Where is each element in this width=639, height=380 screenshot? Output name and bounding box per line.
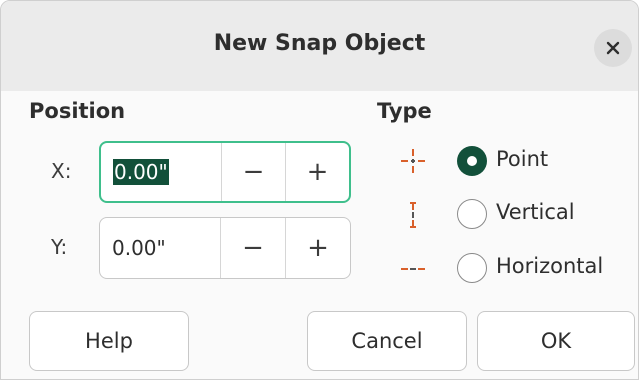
- y-value-text: 0.00": [112, 236, 166, 260]
- close-button[interactable]: [594, 29, 632, 67]
- type-heading: Type: [377, 99, 432, 123]
- y-decrement-button[interactable]: −: [220, 218, 285, 278]
- snap-horizontal-icon: [393, 249, 433, 289]
- x-increment-button[interactable]: +: [285, 143, 349, 201]
- cancel-button[interactable]: Cancel: [307, 311, 467, 371]
- radio-point[interactable]: [457, 146, 487, 176]
- snap-vertical-icon: [393, 195, 433, 235]
- dialog-title: New Snap Object: [213, 31, 426, 56]
- ok-button[interactable]: OK: [477, 311, 635, 371]
- y-spinbox: 0.00" − +: [99, 217, 351, 279]
- x-label: X:: [51, 159, 72, 183]
- radio-vertical[interactable]: [457, 199, 487, 229]
- y-value-field[interactable]: 0.00": [100, 218, 220, 278]
- x-spinbox: 0.00" − +: [99, 141, 351, 203]
- radio-horizontal-label[interactable]: Horizontal: [496, 254, 603, 278]
- position-heading: Position: [29, 99, 126, 123]
- radio-horizontal[interactable]: [457, 253, 487, 283]
- title-bar: New Snap Object: [1, 1, 638, 91]
- x-value-text: 0.00": [113, 159, 169, 185]
- x-value-field[interactable]: 0.00": [101, 143, 221, 201]
- new-snap-object-dialog: New Snap Object Position X: 0.00" − + Y:…: [0, 0, 639, 380]
- radio-vertical-label[interactable]: Vertical: [496, 200, 575, 224]
- snap-point-icon: [393, 141, 433, 181]
- x-decrement-button[interactable]: −: [221, 143, 285, 201]
- y-label: Y:: [51, 235, 68, 259]
- radio-point-label[interactable]: Point: [496, 147, 548, 171]
- help-button[interactable]: Help: [29, 311, 189, 371]
- y-increment-button[interactable]: +: [285, 218, 350, 278]
- close-icon: [606, 41, 620, 55]
